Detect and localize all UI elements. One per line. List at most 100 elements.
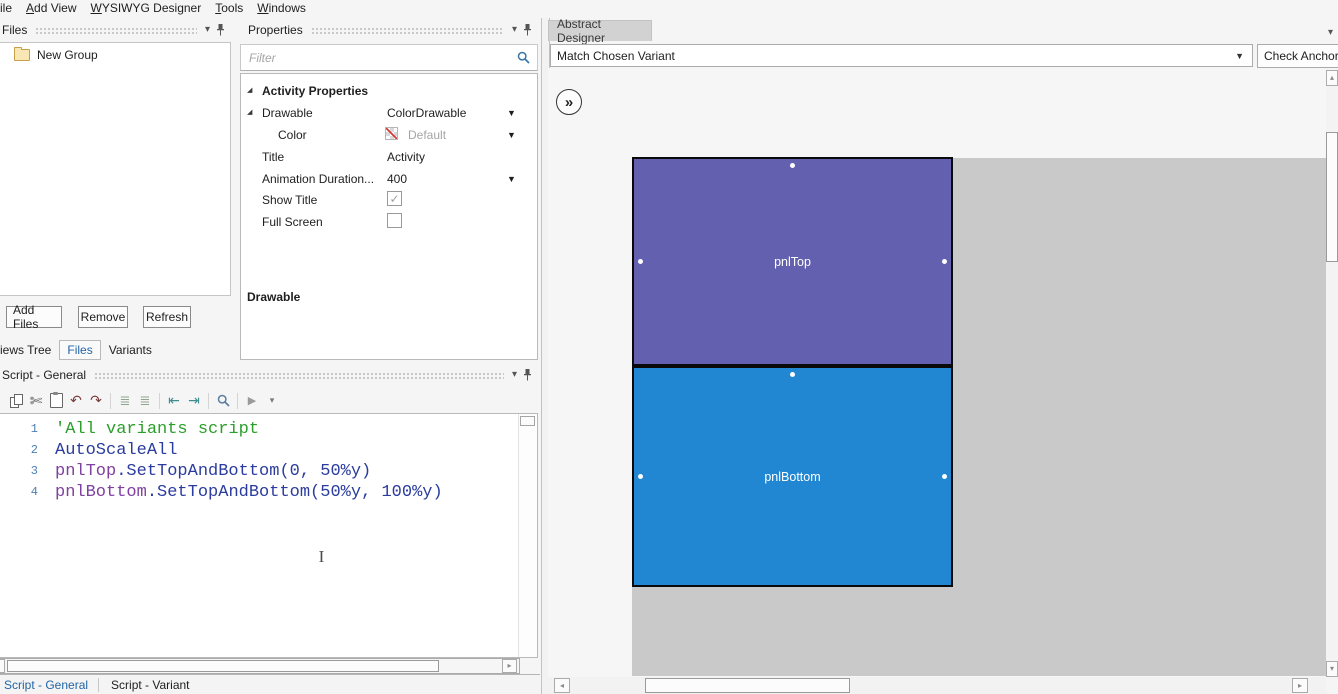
collapse-expander-icon[interactable]: ◢ — [247, 109, 252, 116]
property-row-animation-duration[interactable]: Animation Duration... 400 ▼ — [241, 168, 537, 190]
scroll-left-arrow-icon[interactable]: ◂ — [0, 659, 5, 673]
add-files-button[interactable]: Add Files — [6, 303, 62, 331]
expand-toolbox-button[interactable]: » — [556, 89, 582, 115]
panel-menu-arrow-icon[interactable]: ▾ — [510, 25, 523, 35]
anchor-handle[interactable] — [638, 473, 643, 479]
tab-files[interactable]: Files — [59, 340, 101, 360]
search-icon[interactable] — [510, 51, 537, 64]
checkbox-checked[interactable]: ✓ — [387, 191, 402, 206]
filter-input[interactable] — [241, 50, 510, 65]
tab-views-tree[interactable]: iews Tree — [0, 340, 59, 360]
designer-horizontal-scrollbar[interactable]: ◂ ▸ — [548, 677, 1326, 694]
redo-icon[interactable]: ↷ — [86, 392, 106, 410]
property-section-activity[interactable]: ◢ Activity Properties — [241, 80, 537, 102]
menu-bar: ile Add View WYSIWYG Designer Tools Wind… — [0, 0, 1338, 17]
undo-icon[interactable]: ↶ — [66, 392, 86, 410]
menu-tools[interactable]: Tools — [208, 0, 250, 17]
dropdown-arrow-icon[interactable]: ▼ — [507, 175, 516, 184]
anchor-handle[interactable] — [638, 258, 643, 264]
script-panel-title: Script - General — [2, 368, 87, 382]
dotted-texture — [310, 27, 504, 35]
property-row-title[interactable]: Title Activity — [241, 146, 537, 168]
code-text: 'All variants script — [55, 420, 260, 439]
section-title: Drawable — [247, 290, 301, 304]
property-row-show-title[interactable]: Show Title ✓ — [241, 189, 537, 211]
paste-icon[interactable] — [46, 392, 66, 410]
anchor-handle[interactable] — [789, 163, 795, 168]
scrollbar-thumb[interactable] — [1326, 132, 1338, 262]
property-value[interactable]: ColorDrawable — [387, 106, 466, 120]
menu-windows[interactable]: Windows — [250, 0, 313, 17]
designer-menu-arrow-icon[interactable]: ▾ — [1328, 27, 1333, 38]
view-pnlTop[interactable]: pnlTop — [632, 157, 953, 366]
check-anchors-button[interactable]: Check Anchors — [1257, 44, 1338, 68]
cut-icon[interactable]: ✄ — [26, 392, 46, 410]
pin-icon[interactable] — [523, 24, 538, 36]
menu-file[interactable]: ile — [0, 0, 19, 17]
property-value[interactable]: Default — [408, 128, 446, 142]
refresh-button[interactable]: Refresh — [143, 306, 191, 328]
pin-icon[interactable] — [523, 369, 538, 381]
scroll-left-arrow-icon[interactable]: ◂ — [554, 678, 570, 693]
designer-vertical-scrollbar[interactable]: ▴ ▾ — [1326, 70, 1338, 677]
property-grid: ◢ Activity Properties ◢ Drawable ColorDr… — [240, 73, 538, 360]
code-text: pnlBottom — [55, 483, 147, 502]
anchor-handle[interactable] — [789, 372, 795, 377]
tab-abstract-designer[interactable]: Abstract Designer — [548, 17, 652, 45]
files-panel-title: Files — [2, 23, 28, 37]
designer-canvas[interactable]: » pnlTop pnlBottom — [548, 68, 1326, 677]
scroll-down-arrow-icon[interactable]: ▾ — [1326, 661, 1338, 677]
scroll-up-arrow-icon[interactable]: ▴ — [1326, 70, 1338, 86]
property-label: Drawable — [262, 106, 313, 120]
line-number: 1 — [30, 422, 38, 436]
tab-variants[interactable]: Variants — [101, 340, 160, 360]
tab-script-general[interactable]: Script - General — [0, 678, 98, 692]
indent-icon[interactable]: ⇥ — [184, 392, 204, 410]
menu-wysiwyg-designer[interactable]: WYSIWYG Designer — [84, 0, 209, 17]
editor-horizontal-scrollbar[interactable]: ◂ ▸ — [0, 658, 520, 674]
code-line: 1 'All variants script — [0, 419, 259, 440]
scrollbar-thumb[interactable] — [645, 678, 850, 693]
property-value[interactable]: Activity — [387, 150, 425, 164]
menu-add-view[interactable]: Add View — [19, 0, 84, 17]
uncomment-icon[interactable]: ≣ — [135, 392, 155, 410]
panel-menu-arrow-icon[interactable]: ▾ — [203, 25, 216, 35]
view-pnlBottom[interactable]: pnlBottom — [632, 366, 953, 587]
toolbar-separator — [110, 392, 111, 409]
comment-icon[interactable]: ≣ — [115, 392, 135, 410]
property-row-full-screen[interactable]: Full Screen — [241, 211, 537, 233]
transparent-color-swatch-icon[interactable] — [385, 127, 398, 140]
collapse-expander-icon[interactable]: ◢ — [247, 87, 252, 94]
copy-icon[interactable] — [6, 392, 26, 410]
check-icon: ✓ — [389, 191, 400, 206]
anchor-handle[interactable] — [942, 473, 947, 479]
dropdown-arrow-icon[interactable]: ▼ — [507, 109, 516, 118]
property-value[interactable]: 400 — [387, 172, 407, 186]
checkbox-unchecked[interactable] — [387, 213, 402, 228]
run-icon[interactable]: ▶ — [242, 392, 262, 410]
scroll-right-arrow-icon[interactable]: ▸ — [1292, 678, 1308, 693]
find-icon[interactable] — [213, 392, 233, 410]
scroll-right-arrow-icon[interactable]: ▸ — [502, 659, 517, 673]
code-text: .SetTopAndBottom(0, 50%y) — [116, 462, 372, 481]
code-editor[interactable]: 1 'All variants script 2 AutoScaleAll 3 pnl… — [0, 413, 538, 658]
scrollbar-thumb[interactable] — [7, 660, 439, 672]
panel-menu-arrow-icon[interactable]: ▾ — [510, 370, 523, 380]
folder-icon — [14, 47, 30, 61]
outdent-icon[interactable]: ⇤ — [164, 392, 184, 410]
dropdown-arrow-icon[interactable]: ▼ — [507, 131, 516, 140]
tree-item-new-group[interactable]: New Group — [14, 47, 98, 62]
remove-button[interactable]: Remove — [78, 306, 128, 328]
anchor-handle[interactable] — [942, 258, 947, 264]
splitter-gripper[interactable] — [520, 416, 535, 426]
dotted-texture — [94, 372, 504, 380]
editor-vertical-scrollbar[interactable] — [518, 414, 537, 657]
properties-panel-title: Properties — [248, 23, 303, 37]
more-options-icon[interactable]: ▾ — [262, 392, 282, 410]
property-row-drawable[interactable]: ◢ Drawable ColorDrawable ▼ — [241, 102, 537, 124]
button-label: Check Anchors — [1264, 49, 1338, 63]
property-row-color[interactable]: Color Default ▼ — [241, 124, 537, 146]
tab-script-variant[interactable]: Script - Variant — [107, 678, 199, 692]
variant-selector[interactable]: Match Chosen Variant ▼ — [550, 44, 1253, 67]
pin-icon[interactable] — [216, 24, 231, 36]
